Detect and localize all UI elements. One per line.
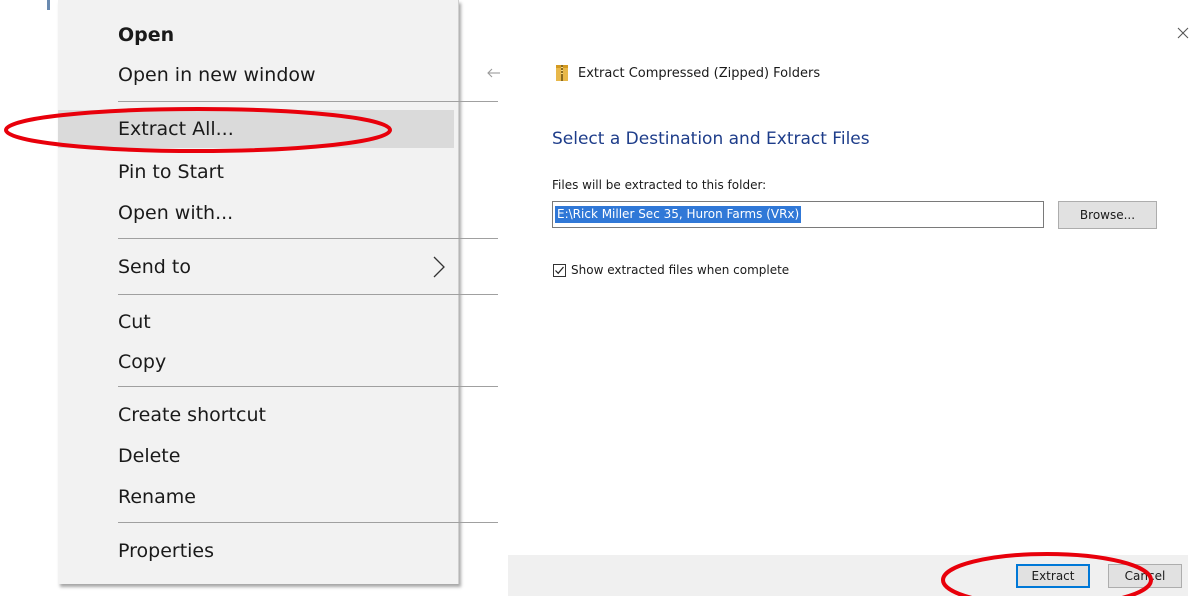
menu-separator [118,101,498,102]
menu-item-open-new-window[interactable]: Open in new window [58,56,454,94]
menu-item-properties[interactable]: Properties [58,532,454,570]
menu-item-delete[interactable]: Delete [58,437,454,475]
menu-item-pin-to-start[interactable]: Pin to Start [58,153,454,191]
menu-item-rename[interactable]: Rename [58,478,454,516]
extract-button[interactable]: Extract [1016,564,1090,588]
menu-separator [118,294,498,295]
cancel-button[interactable]: Cancel [1108,564,1182,588]
close-icon[interactable] [1177,27,1189,39]
menu-item-label: Properties [118,540,215,562]
zip-folder-icon [556,65,568,81]
show-files-checkbox[interactable] [553,264,566,277]
menu-item-label: Send to [118,256,191,278]
menu-item-open-with[interactable]: Open with... [58,194,454,232]
menu-item-label: Rename [118,486,196,508]
menu-item-label: Delete [118,445,181,467]
extract-dialog: Extract Compressed (Zipped) Folders Sele… [487,0,1197,596]
menu-item-create-shortcut[interactable]: Create shortcut [58,396,454,434]
menu-separator [118,522,498,523]
menu-item-cut[interactable]: Cut [58,303,454,341]
show-files-label: Show extracted files when complete [571,263,790,277]
context-menu: Open Open in new window Extract All... P… [58,0,498,584]
checkmark-icon [555,266,564,275]
destination-path-input[interactable]: E:\Rick Miller Sec 35, Huron Farms (VRx) [552,201,1044,228]
menu-item-label: Open in new window [118,64,316,86]
menu-separator [118,386,498,387]
back-arrow-icon[interactable] [487,68,501,78]
menu-item-label: Cut [118,311,151,333]
menu-item-copy[interactable]: Copy [58,343,454,381]
destination-label: Files will be extracted to this folder: [552,178,767,192]
menu-separator [118,238,498,239]
browse-button[interactable]: Browse... [1058,201,1157,229]
file-icon-stub [47,0,50,10]
dialog-title: Extract Compressed (Zipped) Folders [578,66,821,81]
menu-item-extract-all[interactable]: Extract All... [58,110,454,148]
chevron-right-icon [433,256,445,278]
menu-item-open[interactable]: Open [58,16,454,54]
menu-item-label: Open with... [118,202,234,224]
menu-item-label: Copy [118,351,167,373]
menu-item-label: Open [118,24,175,46]
menu-item-label: Create shortcut [118,404,266,426]
destination-path-text: E:\Rick Miller Sec 35, Huron Farms (VRx) [555,206,802,223]
dialog-heading: Select a Destination and Extract Files [552,129,870,149]
dialog-footer: Extract Cancel [508,555,1188,596]
menu-item-label: Pin to Start [118,161,224,183]
menu-item-label: Extract All... [118,118,234,140]
menu-item-send-to[interactable]: Send to [58,248,454,286]
